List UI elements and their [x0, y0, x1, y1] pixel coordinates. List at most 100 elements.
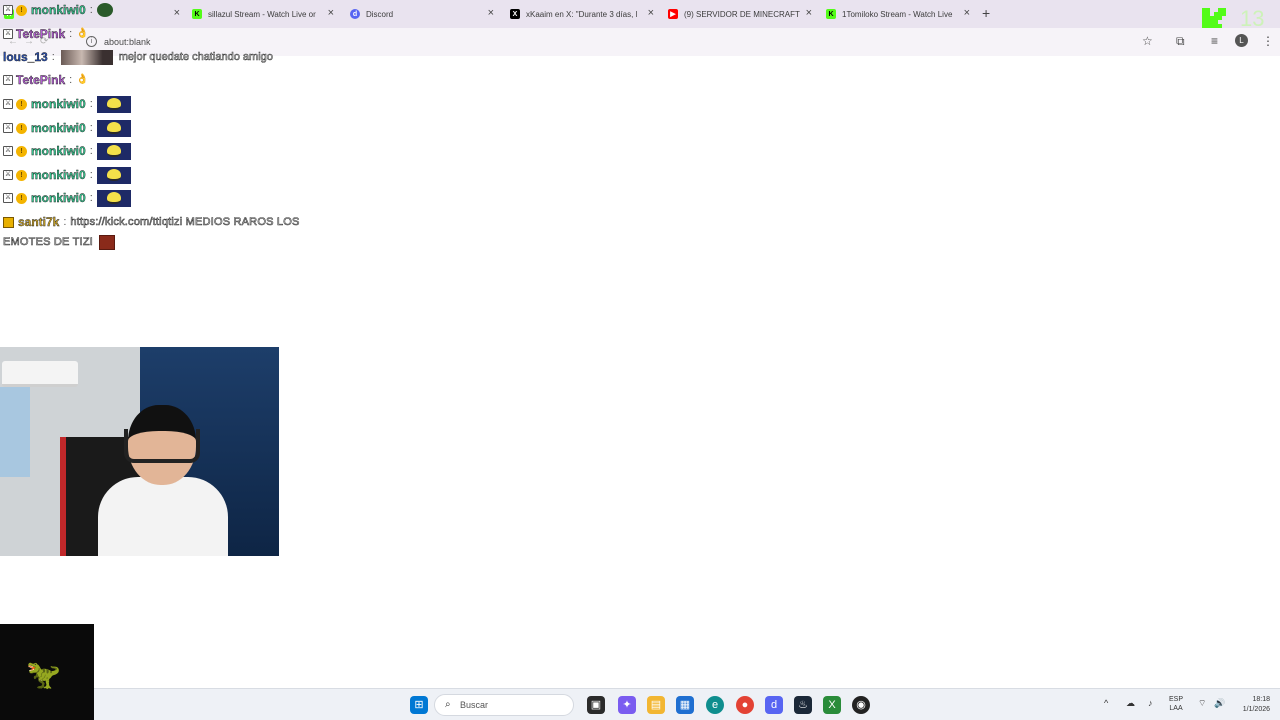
tab-1-title: sillazul Stream - Watch Live or: [208, 9, 316, 19]
moderator-badge-icon: ⚔: [3, 193, 13, 203]
moderator-badge-icon: ⚔: [3, 99, 13, 109]
clock-time: 18:18: [1252, 696, 1270, 703]
onedrive-icon[interactable]: ☁: [1126, 698, 1135, 709]
media-queue-icon[interactable]: ≡: [1211, 34, 1218, 48]
search-input[interactable]: ⌕ Buscar: [434, 694, 574, 716]
bookmark-star-icon[interactable]: ☆: [1142, 34, 1153, 48]
chat-separator: :: [51, 51, 55, 63]
microphone-icon[interactable]: ♪: [1148, 698, 1153, 708]
image-emote: [60, 49, 113, 65]
new-tab-button[interactable]: +: [982, 5, 990, 21]
dinosaur-icon: 🦖: [26, 659, 61, 690]
gift-badge-icon: [3, 216, 14, 228]
chat-username: TetePink: [16, 73, 66, 87]
tab-1[interactable]: K sillazul Stream - Watch Live or ×: [192, 4, 334, 24]
edge-icon[interactable]: e: [706, 696, 724, 714]
tab-4-title: (9) SERVIDOR DE MINECRAFT: [684, 9, 800, 19]
subscriber-badge-icon: !: [16, 145, 27, 157]
url-field[interactable]: about:blank: [104, 37, 151, 47]
close-icon[interactable]: ×: [806, 7, 812, 19]
webcam-jersey: [0, 387, 30, 477]
browser-tab-strip: K × K sillazul Stream - Watch Live or × …: [0, 0, 1280, 36]
emote-icon: 👌: [76, 74, 89, 85]
tab-3-title: xKaaim en X: "Durante 3 días, l: [526, 9, 638, 19]
chat-separator: :: [69, 28, 73, 40]
tab-5[interactable]: K 1Tomiloko Stream - Watch Live ×: [826, 4, 970, 24]
youtube-icon: ▶: [668, 9, 678, 19]
moderator-badge-icon: ⚔: [3, 170, 13, 180]
app-icon[interactable]: ◉: [852, 696, 870, 714]
x-icon: X: [510, 9, 520, 19]
pepe-emote-icon: [96, 189, 131, 207]
tab-5-title: 1Tomiloko Stream - Watch Live: [842, 9, 953, 19]
chat-separator: :: [89, 192, 93, 204]
kick-icon: K: [826, 9, 836, 19]
close-icon[interactable]: ×: [174, 7, 180, 19]
chat-username: monkiwi0: [31, 144, 86, 158]
subscriber-badge-icon: !: [16, 169, 27, 181]
moderator-badge-icon: ⚔: [3, 75, 13, 85]
webcam-streamer-body: [98, 477, 228, 556]
chat-username: santi7k: [18, 215, 60, 229]
tab-3[interactable]: X xKaaim en X: "Durante 3 días, l ×: [510, 4, 654, 24]
chat-message: lous_13 : mejor quedate chatiando amigo: [3, 47, 273, 67]
keyboard-layout: LAA: [1169, 705, 1183, 712]
discord-icon[interactable]: d: [765, 696, 783, 714]
close-icon[interactable]: ×: [648, 7, 654, 19]
file-explorer-icon[interactable]: ▤: [647, 696, 665, 714]
pepe-emote-icon: [96, 142, 131, 160]
chat-separator: :: [89, 122, 93, 134]
moderator-badge-icon: ⚔: [3, 29, 13, 39]
volume-icon[interactable]: 🔊: [1214, 698, 1225, 709]
steam-icon[interactable]: ♨: [794, 696, 812, 714]
chat-username: monkiwi0: [31, 97, 86, 111]
task-view-icon[interactable]: ▣: [587, 696, 605, 714]
copilot-icon[interactable]: ✦: [618, 696, 636, 714]
chat-separator: :: [89, 4, 93, 16]
subscriber-badge-icon: !: [16, 4, 27, 16]
chat-text: EMOTES DE TIZI: [3, 236, 93, 249]
kick-icon: K: [192, 9, 202, 19]
subscriber-badge-icon: !: [16, 192, 27, 204]
language-indicator[interactable]: ESP LAA: [1169, 695, 1183, 713]
pepe-emote-icon: [96, 95, 131, 113]
chat-message: ⚔ ! monkiwi0 :: [3, 141, 131, 161]
taskbar: ⊞ ⌕ Buscar ▣ ✦ ▤ ▦ e ● d ♨ X ◉ ^ ☁ ♪ ESP…: [94, 688, 1280, 720]
headset-icon: [124, 429, 200, 463]
tab-2[interactable]: d Discord ×: [350, 4, 494, 24]
chat-separator: :: [89, 98, 93, 110]
extensions-icon[interactable]: ⧉: [1176, 34, 1185, 49]
moderator-badge-icon: ⚔: [3, 146, 13, 156]
chat-message: ⚔ TetePink : 👌: [3, 70, 89, 90]
windows-start-icon[interactable]: ⊞: [410, 696, 428, 714]
pepe-emote-icon: [96, 119, 131, 137]
clock[interactable]: 18:18 1/1/2026: [1232, 695, 1270, 715]
microsoft-store-icon[interactable]: ▦: [676, 696, 694, 714]
menu-kebab-icon[interactable]: ⋮: [1262, 34, 1274, 48]
tab-4[interactable]: ▶ (9) SERVIDOR DE MINECRAFT ×: [668, 4, 812, 24]
search-placeholder: Buscar: [460, 700, 489, 710]
wifi-icon[interactable]: ⌔: [1198, 698, 1206, 709]
chat-message: ⚔ ! monkiwi0 :: [3, 118, 131, 138]
chat-text: mejor quedate chatiando amigo: [118, 51, 273, 64]
webcam-feed: [0, 347, 279, 556]
excel-icon[interactable]: X: [823, 696, 841, 714]
tray-chevron-up-icon[interactable]: ^: [1104, 698, 1108, 708]
emote-icon: 👌: [76, 28, 89, 39]
chat-username: monkiwi0: [31, 121, 86, 135]
chat-message: ⚔ ! monkiwi0 :: [3, 0, 113, 20]
pepe-emote-icon: [96, 166, 131, 184]
chat-username: monkiwi0: [31, 168, 86, 182]
chat-message: ⚔ TetePink : 👌: [3, 24, 89, 44]
chat-message-continued: EMOTES DE TIZI: [3, 232, 115, 252]
avatar[interactable]: L: [1235, 34, 1248, 47]
moderator-badge-icon: ⚔: [3, 123, 13, 133]
close-icon[interactable]: ×: [328, 7, 334, 19]
close-icon[interactable]: ×: [488, 7, 494, 19]
clock-date: 1/1/2026: [1242, 706, 1270, 713]
subscriber-badge-icon: !: [16, 122, 27, 134]
chat-message: santi7k : https://kick.com/ttiqtizi MEDI…: [3, 212, 300, 232]
chrome-icon[interactable]: ●: [736, 696, 754, 714]
tab-2-title: Discord: [366, 9, 394, 19]
close-icon[interactable]: ×: [964, 7, 970, 19]
